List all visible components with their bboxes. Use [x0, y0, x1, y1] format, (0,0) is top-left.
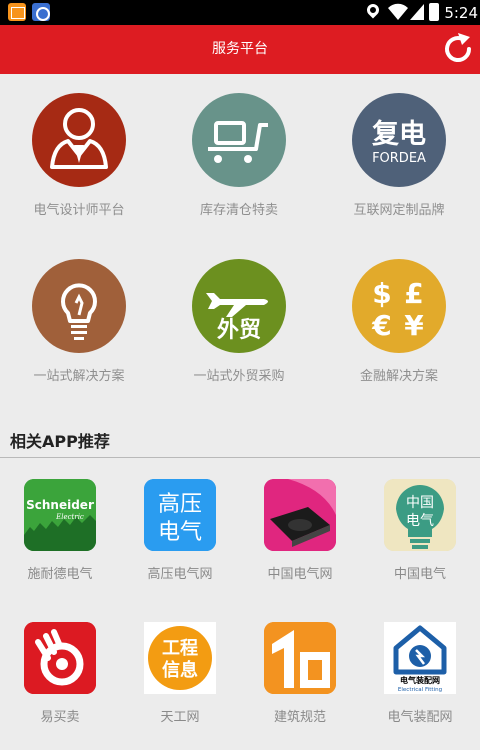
wifi-icon — [388, 3, 408, 20]
svg-text:电气: 电气 — [158, 520, 202, 545]
refresh-icon[interactable] — [440, 31, 476, 67]
induction-cooker-icon — [264, 479, 336, 551]
app-notification-icon — [8, 3, 26, 21]
app-label: 施耐德电气 — [27, 567, 93, 582]
schneider-logo-sub: Electric — [55, 513, 84, 521]
svg-text:¥: ¥ — [404, 309, 424, 342]
clock: 5:24 — [444, 4, 478, 22]
cart-icon — [192, 93, 286, 187]
signal-icon — [410, 4, 424, 20]
schneider-logo-text: Schneider — [26, 498, 94, 512]
svg-text:信息: 信息 — [162, 659, 198, 681]
gaoya-logo: 高压 电气 — [144, 479, 216, 551]
electrical-fitting-logo-text: 电气装配网 — [400, 675, 440, 685]
app-label: 中国电气 — [393, 567, 446, 582]
foreign-trade-logo-text: 外贸 — [217, 317, 261, 343]
service-label: 一站式解决方案 — [33, 369, 125, 384]
location-icon — [364, 1, 382, 19]
fordea-logo-cn: 复电 — [372, 119, 426, 150]
app-label: 易买卖 — [40, 710, 80, 725]
yimaimai-logo — [24, 622, 96, 694]
service-label: 互联网定制品牌 — [353, 203, 445, 218]
electrical-fitting-logo-sub: Electrical Fitting — [398, 687, 442, 693]
service-label: 金融解决方案 — [359, 369, 438, 384]
schneider-electric-logo: Schneider Electric — [24, 479, 96, 551]
battery-icon — [429, 3, 439, 21]
svg-text:高压: 高压 — [158, 492, 202, 517]
fordea-logo-en: FORDEA — [372, 151, 426, 166]
building-standard-logo — [264, 622, 336, 694]
app-header: 服务平台 — [0, 25, 480, 74]
page-title: 服务平台 — [212, 41, 268, 57]
svg-text:工程: 工程 — [162, 638, 198, 659]
app-label: 建筑规范 — [273, 710, 326, 725]
app-label: 中国电气网 — [267, 567, 333, 582]
airplane-icon: 外贸 — [192, 259, 286, 353]
divider — [0, 457, 480, 458]
svg-text:中国: 中国 — [406, 495, 434, 511]
engineer-icon — [32, 93, 126, 187]
zhongguo-dianqi-logo: 中国 电气 — [384, 479, 456, 551]
app-label: 电气装配网 — [387, 710, 453, 725]
service-label: 一站式外贸采购 — [193, 369, 285, 384]
status-bar: 5:24 — [0, 0, 480, 25]
service-label: 库存清仓特卖 — [199, 203, 278, 218]
tiangong-logo: 工程 信息 — [144, 622, 216, 694]
service-label: 电气设计师平台 — [33, 203, 125, 218]
fordea-logo: 复电 FORDEA — [352, 93, 446, 187]
app-label: 高压电气网 — [147, 567, 213, 582]
svg-text:$: $ — [372, 277, 391, 310]
section-title: 相关APP推荐 — [10, 432, 110, 451]
app-notification-icon — [32, 3, 50, 21]
svg-text:€: € — [371, 309, 391, 342]
lightbulb-icon — [32, 259, 126, 353]
electrical-fitting-logo: 电气装配网 Electrical Fitting — [384, 622, 456, 694]
currency-icon: $ £ € ¥ — [352, 259, 446, 353]
app-label: 天工网 — [160, 710, 200, 725]
svg-text:£: £ — [404, 277, 423, 310]
svg-text:电气: 电气 — [406, 513, 434, 529]
